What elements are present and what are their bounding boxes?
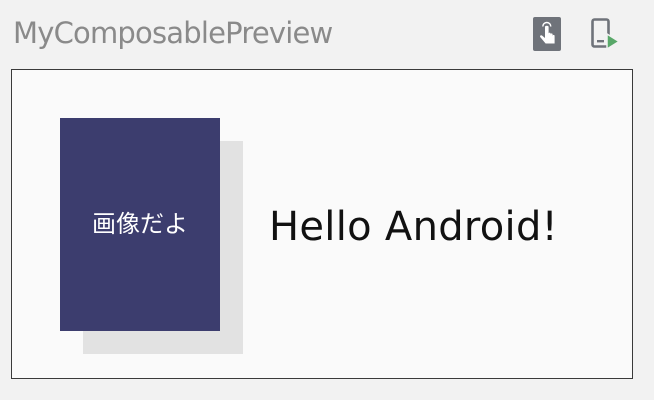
interactive-mode-button[interactable]	[530, 14, 564, 54]
preview-header: MyComposablePreview	[0, 0, 654, 68]
deploy-to-device-icon	[591, 18, 621, 51]
preview-title: MyComposablePreview	[13, 16, 333, 50]
image-label: 画像だよ	[92, 209, 188, 238]
preview-canvas: 画像だよ Hello Android!	[11, 69, 633, 379]
deploy-to-device-button[interactable]	[588, 14, 622, 54]
image-placeholder: 画像だよ	[60, 118, 220, 331]
interactive-mode-hand-icon	[533, 17, 561, 51]
greeting-text: Hello Android!	[269, 204, 558, 250]
